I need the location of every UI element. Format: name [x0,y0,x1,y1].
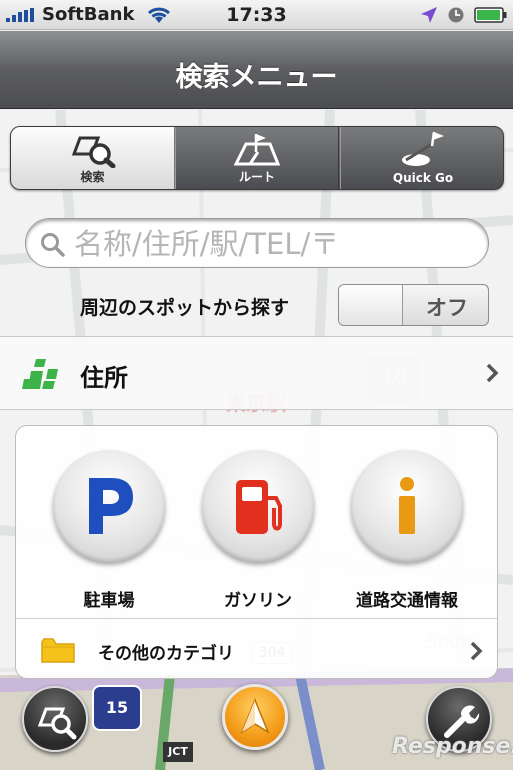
gas-button[interactable] [202,450,314,562]
navigation-bar: 検索メニュー [0,31,513,109]
search-input[interactable] [74,225,474,263]
chevron-right-icon [470,641,483,661]
tab-search[interactable]: 検索 [11,127,175,189]
parking-icon [89,478,133,534]
address-icon [22,359,58,389]
category-parking-label: 駐車場 [83,591,135,611]
toggle-knob[interactable] [339,285,403,325]
tab-route-label: ルート [238,170,275,184]
search-icon [41,233,65,257]
nearby-spot-toggle[interactable]: オフ [338,284,489,326]
route-flag-icon [233,134,281,166]
alarm-clock-icon [448,7,464,23]
page-title: 検索メニュー [175,62,338,93]
gas-pump-icon [236,480,282,534]
tab-route[interactable]: ルート [175,127,339,189]
category-panel: 駐車場 ガソリン 道路交通情報 その他のカテゴリ [15,425,498,679]
tab-quick-go[interactable]: Quick Go [340,127,503,189]
map-jct-label: JCT [163,742,193,762]
chevron-right-icon [486,363,499,383]
mode-segmented-control: 検索 ルート Quick Go [10,126,504,190]
watermark-logo: Response. [392,734,513,759]
search-menu-button[interactable] [22,686,88,752]
tab-quick-go-label: Quick Go [392,171,454,185]
parking-button[interactable] [53,450,165,562]
category-gas[interactable]: ガソリン [198,450,318,618]
search-map-icon [71,136,115,168]
category-traffic-info[interactable]: 道路交通情報 [347,450,467,618]
quick-go-flag-icon [402,132,444,166]
address-label: 住所 [80,364,128,392]
category-gas-label: ガソリン [224,591,292,611]
location-arrow-icon [421,7,437,23]
category-parking[interactable]: 駐車場 [49,450,169,618]
current-location-button[interactable] [222,684,288,750]
status-bar: SoftBank 17:33 [0,0,513,30]
search-map-icon [37,707,77,740]
map-route-shield-15: 15 [92,685,142,731]
traffic-info-button[interactable] [351,450,463,562]
battery-icon [474,7,507,23]
category-traffic-info-label: 道路交通情報 [356,591,458,611]
tab-search-label: 検索 [80,170,105,184]
toggle-state-label: オフ [426,296,468,320]
navigation-arrow-icon [240,698,270,734]
folder-icon [41,638,75,663]
other-category-row[interactable]: その他のカテゴリ [16,618,497,678]
info-icon [399,477,415,534]
other-category-label: その他のカテゴリ [98,644,234,664]
address-search-row[interactable]: 住所 [0,336,513,410]
search-field[interactable] [25,218,489,268]
nearby-spot-label: 周辺のスポットから探す [80,297,290,319]
